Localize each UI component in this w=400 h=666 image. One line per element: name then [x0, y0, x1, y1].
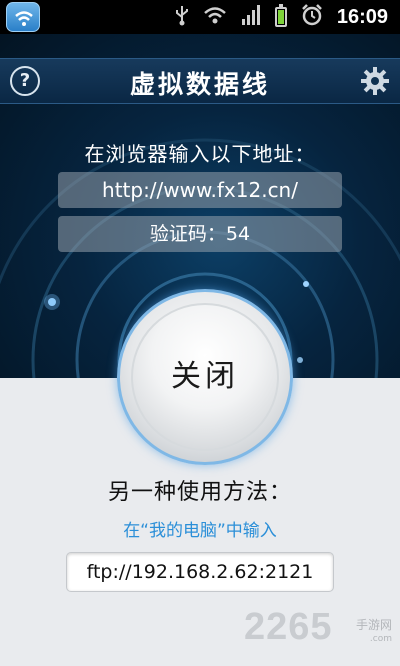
ftp-address-field: ftp://192.168.2.62:2121	[66, 552, 334, 592]
wifi-icon	[203, 5, 227, 29]
instruction-text: 在浏览器输入以下地址：	[84, 142, 316, 166]
status-time: 16:09	[336, 5, 388, 28]
app-screen: 16:09 ? 虚拟数据线 在浏览器输入以下地址： http://www.fx1…	[0, 0, 400, 666]
alarm-icon	[301, 4, 323, 30]
address-display: http://www.fx12.cn/	[58, 172, 342, 208]
watermark-digits: 2265	[244, 606, 333, 648]
settings-button[interactable]	[360, 66, 390, 96]
watermark-site-name: 手游网	[355, 618, 392, 632]
verification-code-display: 验证码：54	[58, 216, 342, 252]
usb-icon	[175, 4, 189, 30]
watermark-suffix: .com	[369, 634, 392, 644]
alternative-method-hint: 在“我的电脑”中输入	[123, 521, 277, 541]
wifi-app-notification-icon	[6, 2, 40, 32]
app-title: 虚拟数据线	[129, 70, 270, 99]
status-icons: 16:09	[175, 0, 400, 34]
app-header: ? 虚拟数据线	[0, 58, 400, 104]
close-button-ring: 关闭	[117, 289, 293, 465]
status-bar: 16:09	[0, 0, 400, 34]
gear-icon	[361, 67, 389, 95]
signal-icon	[241, 5, 261, 29]
alternative-method-title: 另一种使用方法：	[107, 480, 292, 505]
site-watermark: 2265 手游网 .com	[244, 604, 394, 660]
close-button[interactable]: 关闭	[131, 303, 279, 451]
battery-icon	[274, 4, 287, 27]
